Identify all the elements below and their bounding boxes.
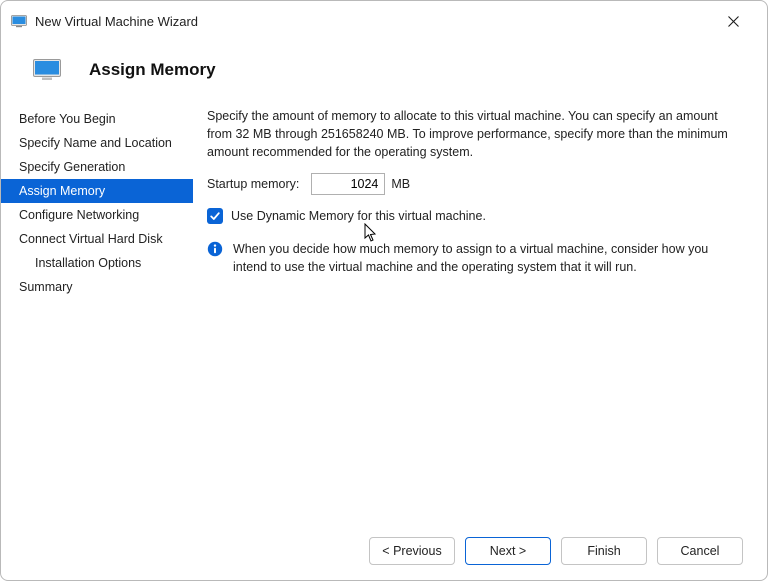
wizard-window: New Virtual Machine Wizard Assign Memory… [0, 0, 768, 581]
wizard-content: Specify the amount of memory to allocate… [193, 103, 767, 522]
dynamic-memory-checkbox[interactable] [207, 208, 223, 224]
page-title: Assign Memory [89, 60, 216, 80]
titlebar: New Virtual Machine Wizard [1, 1, 767, 41]
wizard-step[interactable]: Before You Begin [1, 107, 193, 131]
next-button[interactable]: Next > [465, 537, 551, 565]
startup-memory-label: Startup memory: [207, 175, 299, 193]
close-button[interactable] [711, 6, 755, 36]
startup-memory-unit: MB [391, 175, 410, 193]
wizard-step[interactable]: Specify Name and Location [1, 131, 193, 155]
checkmark-icon [209, 210, 221, 222]
wizard-footer: < Previous Next > Finish Cancel [1, 522, 767, 580]
wizard-step[interactable]: Summary [1, 275, 193, 299]
wizard-step[interactable]: Configure Networking [1, 203, 193, 227]
close-icon [728, 16, 739, 27]
previous-button[interactable]: < Previous [369, 537, 455, 565]
startup-memory-input[interactable] [311, 173, 385, 195]
info-row: When you decide how much memory to assig… [207, 240, 741, 276]
monitor-icon [33, 59, 61, 81]
window-title: New Virtual Machine Wizard [35, 14, 198, 29]
wizard-steps-sidebar: Before You BeginSpecify Name and Locatio… [1, 103, 193, 522]
wizard-step[interactable]: Specify Generation [1, 155, 193, 179]
dynamic-memory-label: Use Dynamic Memory for this virtual mach… [231, 207, 486, 225]
dynamic-memory-row: Use Dynamic Memory for this virtual mach… [207, 207, 741, 225]
info-text: When you decide how much memory to assig… [233, 240, 741, 276]
cancel-button[interactable]: Cancel [657, 537, 743, 565]
finish-button[interactable]: Finish [561, 537, 647, 565]
app-icon [11, 13, 27, 29]
wizard-body: Before You BeginSpecify Name and Locatio… [1, 103, 767, 522]
info-icon [207, 241, 223, 257]
wizard-step[interactable]: Connect Virtual Hard Disk [1, 227, 193, 251]
wizard-step[interactable]: Installation Options [1, 251, 193, 275]
description-text: Specify the amount of memory to allocate… [207, 107, 741, 161]
wizard-header: Assign Memory [1, 41, 767, 103]
startup-memory-row: Startup memory: MB [207, 173, 741, 195]
wizard-step[interactable]: Assign Memory [1, 179, 193, 203]
